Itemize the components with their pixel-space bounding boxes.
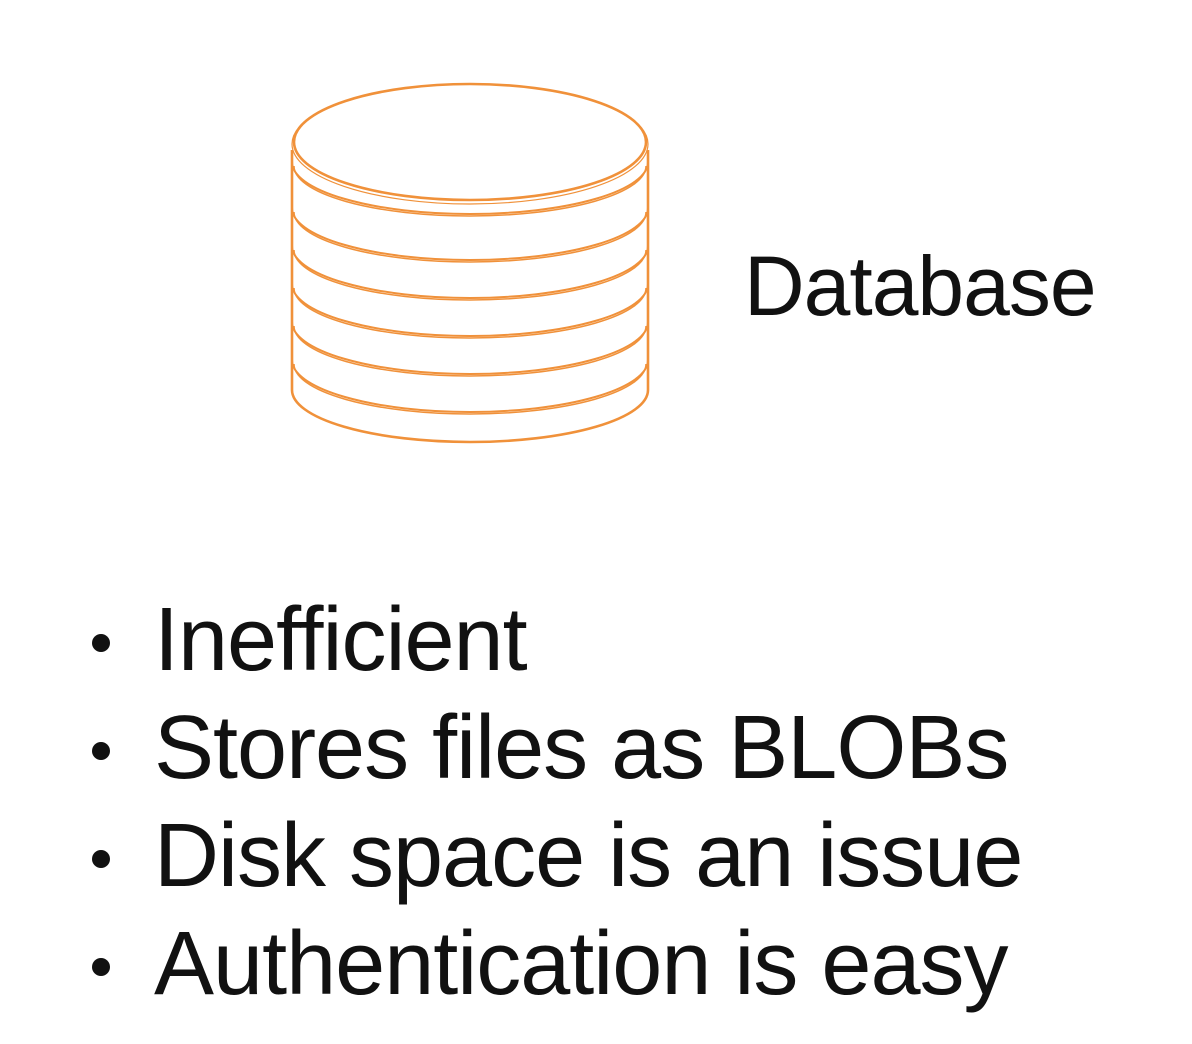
bullet-text: Disk space is an issue	[154, 806, 1023, 906]
bullet-item-blobs: Stores files as BLOBs	[92, 694, 1022, 802]
bullet-text: Inefficient	[154, 590, 528, 690]
bullet-text: Authentication is easy	[154, 914, 1009, 1014]
bullet-dot-icon	[92, 742, 110, 760]
bullet-item-authentication: Authentication is easy	[92, 910, 1022, 1018]
bullet-item-inefficient: Inefficient	[92, 586, 1022, 694]
slide: Database Inefficient Stores files as BLO…	[0, 0, 1192, 1044]
bullet-item-disk-space: Disk space is an issue	[92, 802, 1023, 910]
bullet-dot-icon	[92, 958, 110, 976]
bullet-dot-icon	[92, 634, 110, 652]
bullet-list: Inefficient Stores files as BLOBs Disk s…	[92, 586, 1023, 1018]
bullet-text: Stores files as BLOBs	[154, 698, 1009, 798]
database-icon	[290, 82, 650, 444]
database-label: Database	[744, 239, 1097, 333]
bullet-dot-icon	[92, 850, 110, 868]
